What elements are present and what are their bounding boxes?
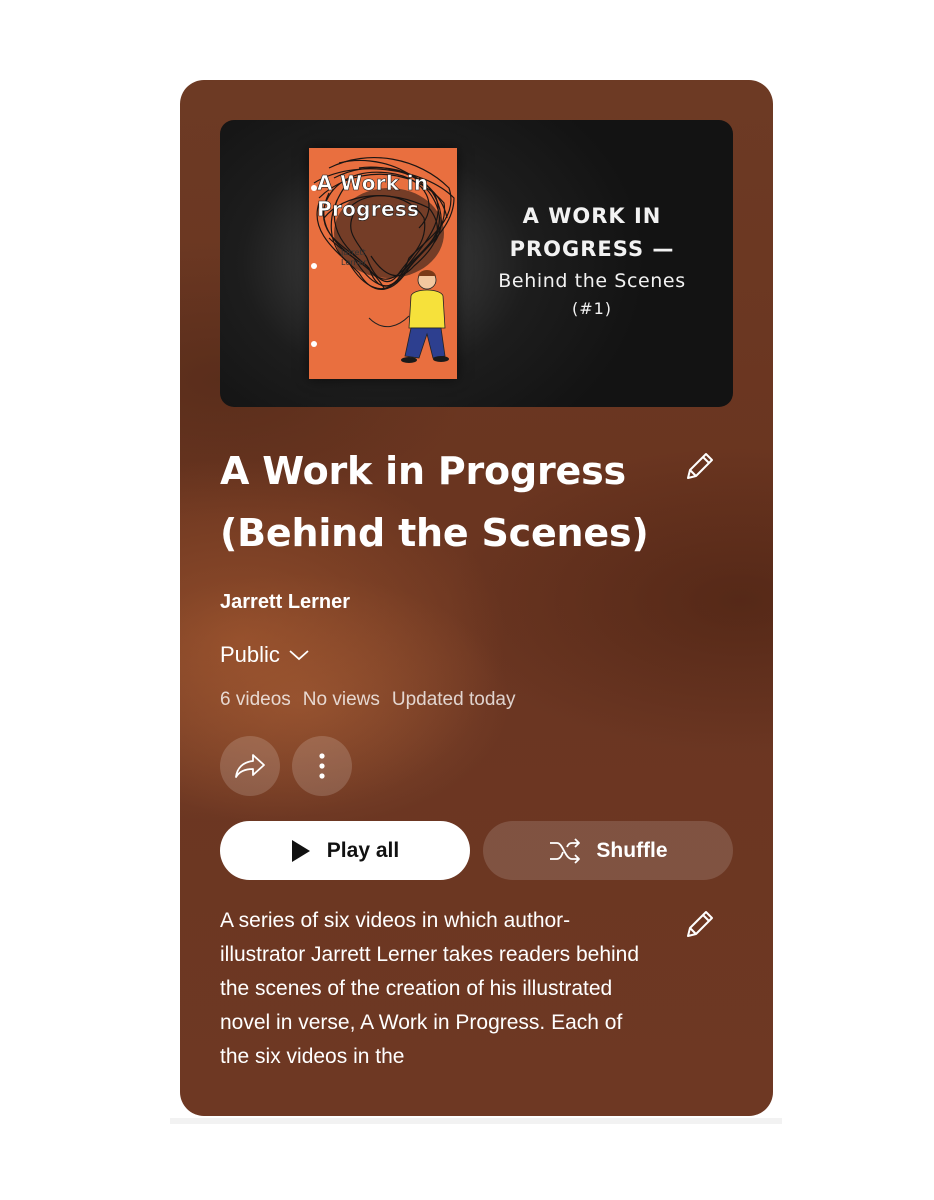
edit-description-pencil-icon[interactable] <box>682 908 716 942</box>
more-vert-icon <box>319 753 325 779</box>
book-cover-title: A Work in Progress <box>317 170 455 222</box>
thumbnail-caption-line-3: Behind the Scenes <box>498 270 686 292</box>
view-count: No views <box>302 689 380 710</box>
book-cover-image: A Work in Progress Jarrett Lerner <box>309 148 457 379</box>
book-title-line-1: A Work in <box>317 171 429 196</box>
shuffle-button[interactable]: Shuffle <box>483 821 733 880</box>
playlist-thumbnail[interactable]: A Work in Progress Jarrett Lerner A WORK… <box>220 120 733 407</box>
updated-date: Updated today <box>391 689 516 710</box>
chevron-down-icon <box>289 650 309 661</box>
pencil-icon <box>687 453 713 479</box>
play-icon <box>291 839 310 862</box>
thumbnail-caption-line-2: PROGRESS — <box>509 237 675 261</box>
pencil-icon <box>687 911 713 937</box>
share-icon <box>235 754 265 778</box>
shuffle-icon <box>550 837 581 864</box>
playlist-stats: 6 videos No views Updated today <box>220 686 515 714</box>
playlist-title-line-2: (Behind the Scenes) <box>220 511 649 555</box>
page: A Work in Progress Jarrett Lerner A WORK… <box>0 0 934 1200</box>
playlist-owner[interactable]: Jarrett Lerner <box>220 588 350 616</box>
playlist-header-card: A Work in Progress Jarrett Lerner A WORK… <box>180 80 773 1116</box>
play-all-button[interactable]: Play all <box>220 821 470 880</box>
thumbnail-caption-line-4: (#1) <box>571 299 613 318</box>
page-edge-strip <box>170 1118 782 1124</box>
playlist-title-line-1: A Work in Progress <box>220 449 626 493</box>
more-actions-button[interactable] <box>292 736 352 796</box>
privacy-label: Public <box>220 642 280 667</box>
edit-title-pencil-icon[interactable] <box>682 450 716 484</box>
shuffle-label: Shuffle <box>596 838 668 862</box>
book-author-line-2: Lerner <box>341 258 367 267</box>
thumbnail-caption: A WORK IN PROGRESS — Behind the Scenes (… <box>482 200 702 322</box>
book-author-line-1: Jarrett <box>341 248 366 257</box>
video-count: 6 videos <box>220 689 291 710</box>
thumbnail-caption-line-1: A WORK IN <box>522 204 662 228</box>
playlist-description: A series of six videos in which author-i… <box>220 909 640 1068</box>
privacy-dropdown[interactable]: Public <box>220 640 310 670</box>
share-button[interactable] <box>220 736 280 796</box>
book-title-line-2: Progress <box>317 197 420 222</box>
play-all-label: Play all <box>326 838 400 862</box>
playlist-title: A Work in Progress (Behind the Scenes) <box>220 440 660 564</box>
book-cover-author: Jarrett Lerner <box>341 248 391 268</box>
